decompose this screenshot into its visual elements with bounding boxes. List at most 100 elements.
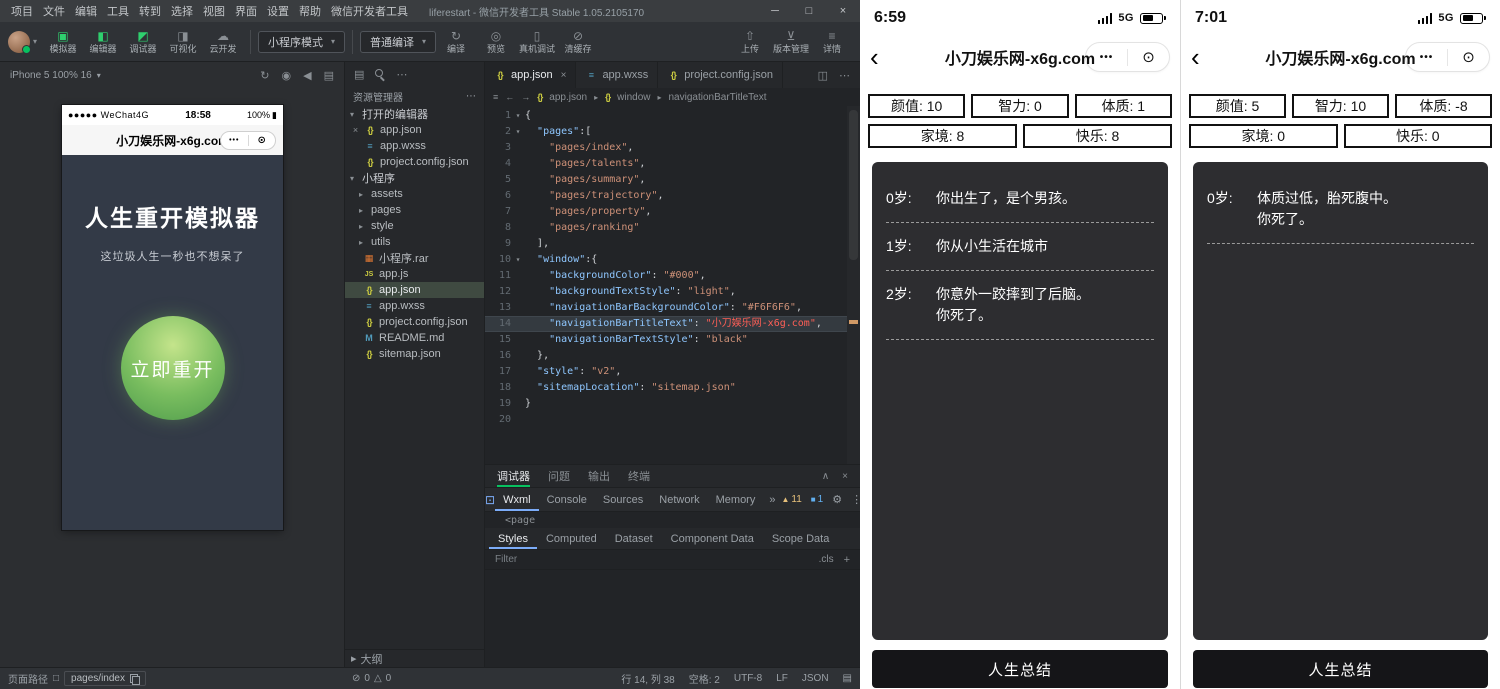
- code-line[interactable]: 17 "style": "v2",: [485, 364, 860, 380]
- version-control-button[interactable]: ⊻ 版本管理: [770, 30, 812, 54]
- menu-wechat-devtools[interactable]: 微信开发者工具: [326, 3, 413, 19]
- tab-console[interactable]: Console: [539, 488, 595, 511]
- back-button[interactable]: ‹: [1191, 44, 1213, 70]
- more-icon[interactable]: ⋯: [839, 69, 850, 82]
- cls-toggle[interactable]: .cls: [819, 554, 834, 565]
- code-editor[interactable]: 1▾{2▾ "pages":[3 "pages/index",4 "pages/…: [485, 106, 860, 464]
- more-icon[interactable]: ⋯: [396, 68, 407, 81]
- clear-cache-button[interactable]: ⊘ 清缓存: [558, 30, 598, 54]
- maximize-button[interactable]: □: [792, 0, 826, 22]
- life-event-log[interactable]: 0岁:你出生了，是个男孩。1岁:你从小生活在城市2岁:你意外一跤摔到了后脑。你死…: [872, 162, 1168, 640]
- code-line[interactable]: 1▾{: [485, 108, 860, 124]
- code-line[interactable]: 16 },: [485, 348, 860, 364]
- upload-button[interactable]: ⇧ 上传: [730, 30, 770, 54]
- visualizer-button[interactable]: ◨ 可视化: [163, 30, 203, 54]
- collapse-panel-icon[interactable]: ∧: [822, 471, 829, 482]
- menu-interface[interactable]: 界面: [230, 3, 262, 19]
- menu-tools[interactable]: 工具: [102, 3, 134, 19]
- code-line[interactable]: 20: [485, 412, 860, 428]
- code-line[interactable]: 3 "pages/index",: [485, 140, 860, 156]
- info-count-badge[interactable]: ■ 1: [811, 494, 823, 505]
- list-icon[interactable]: ≡: [493, 92, 498, 102]
- code-line[interactable]: 2▾ "pages":[: [485, 124, 860, 140]
- code-line[interactable]: 8 "pages/ranking": [485, 220, 860, 236]
- folder-assets[interactable]: ▸ assets: [345, 186, 484, 202]
- tab-network[interactable]: Network: [651, 488, 707, 511]
- rotate-icon[interactable]: ◀: [303, 69, 311, 82]
- mode-select[interactable]: 小程序模式 ▾: [258, 31, 345, 53]
- close-tab-icon[interactable]: ×: [561, 70, 567, 81]
- outline-section[interactable]: ▸ 大纲: [345, 649, 484, 667]
- split-editor-icon[interactable]: ◫: [818, 69, 828, 82]
- close-miniprogram-button[interactable]: ⊙: [1128, 48, 1169, 66]
- file-app-json[interactable]: {} app.json: [345, 282, 484, 298]
- code-line[interactable]: 5 "pages/summary",: [485, 172, 860, 188]
- code-line[interactable]: 11 "backgroundColor": "#000",: [485, 268, 860, 284]
- details-button[interactable]: ≡ 详情: [812, 30, 852, 54]
- back-icon[interactable]: ←: [505, 92, 514, 102]
- tab-problems[interactable]: 问题: [548, 465, 570, 487]
- open-editor-app-json[interactable]: × {} app.json: [345, 122, 484, 138]
- eol[interactable]: LF: [776, 673, 788, 684]
- breadcrumb-property[interactable]: navigationBarTitleText: [669, 92, 767, 103]
- project-section[interactable]: ▾ 小程序: [345, 170, 484, 186]
- file-readme[interactable]: M README.md: [345, 330, 484, 346]
- gear-icon[interactable]: ⚙: [832, 493, 842, 506]
- back-button[interactable]: ‹: [870, 44, 892, 70]
- folder-utils[interactable]: ▸ utils: [345, 234, 484, 250]
- editor-toggle-button[interactable]: ◧ 编辑器: [83, 30, 123, 54]
- language-mode[interactable]: JSON: [802, 673, 829, 684]
- cloud-dev-button[interactable]: ☁ 云开发: [203, 30, 243, 54]
- add-style-icon[interactable]: +: [844, 554, 850, 566]
- device-debug-button[interactable]: ▯ 真机调试: [516, 30, 558, 54]
- close-panel-icon[interactable]: ×: [842, 471, 848, 482]
- encoding[interactable]: UTF-8: [734, 673, 762, 684]
- menu-settings[interactable]: 设置: [262, 3, 294, 19]
- life-event-log[interactable]: 0岁:体质过低，胎死腹中。你死了。: [1193, 162, 1488, 640]
- record-icon[interactable]: ◉: [282, 69, 292, 82]
- code-line[interactable]: 13 "navigationBarBackgroundColor": "#F6F…: [485, 300, 860, 316]
- cursor-position[interactable]: 行 14, 列 38: [621, 671, 674, 686]
- compile-mode-select[interactable]: 普通编译 ▾: [360, 31, 436, 53]
- tab-overflow-icon[interactable]: »: [763, 494, 781, 506]
- menu-file[interactable]: 文件: [38, 3, 70, 19]
- file-app-js[interactable]: JS app.js: [345, 266, 484, 282]
- more-button[interactable]: •••: [221, 137, 248, 144]
- tab-project-config[interactable]: {} project.config.json: [658, 62, 783, 88]
- code-line[interactable]: 10▾ "window":{: [485, 252, 860, 268]
- tab-sources[interactable]: Sources: [595, 488, 651, 511]
- tab-scope-data[interactable]: Scope Data: [763, 528, 838, 549]
- refresh-icon[interactable]: ↻: [260, 69, 269, 82]
- open-editor-project-config[interactable]: {} project.config.json: [345, 154, 484, 170]
- menu-select[interactable]: 选择: [166, 3, 198, 19]
- close-miniprogram-button[interactable]: ⊙: [249, 135, 276, 146]
- editor-scrollbar[interactable]: [847, 106, 860, 464]
- menu-help[interactable]: 帮助: [294, 3, 326, 19]
- tab-dataset[interactable]: Dataset: [606, 528, 662, 549]
- file-app-wxss[interactable]: ≡ app.wxss: [345, 298, 484, 314]
- tab-terminal[interactable]: 终端: [628, 465, 650, 487]
- search-icon[interactable]: [375, 69, 385, 79]
- breadcrumb-window[interactable]: window: [617, 92, 650, 103]
- tab-debugger[interactable]: 调试器: [497, 465, 530, 487]
- file-project-config[interactable]: {} project.config.json: [345, 314, 484, 330]
- tab-app-json[interactable]: {} app.json ×: [485, 62, 576, 88]
- preview-button[interactable]: ◎ 预览: [476, 30, 516, 54]
- layout-icon[interactable]: ▤: [843, 673, 852, 684]
- tab-wxml[interactable]: Wxml: [495, 488, 539, 511]
- file-sitemap[interactable]: {} sitemap.json: [345, 346, 484, 362]
- open-editor-app-wxss[interactable]: ≡ app.wxss: [345, 138, 484, 154]
- tab-app-wxss[interactable]: ≡ app.wxss: [576, 62, 658, 88]
- menu-goto[interactable]: 转到: [134, 3, 166, 19]
- indentation[interactable]: 空格: 2: [689, 671, 720, 686]
- styles-filter-input[interactable]: [495, 554, 615, 565]
- code-line[interactable]: 18 "sitemapLocation": "sitemap.json": [485, 380, 860, 396]
- device-selector[interactable]: iPhone 5 100% 16: [10, 70, 92, 81]
- inspect-element-icon[interactable]: ⊡: [485, 493, 495, 507]
- folder-style[interactable]: ▸ style: [345, 218, 484, 234]
- menu-view[interactable]: 视图: [198, 3, 230, 19]
- tab-output[interactable]: 输出: [588, 465, 610, 487]
- tab-memory[interactable]: Memory: [708, 488, 764, 511]
- forward-icon[interactable]: →: [521, 92, 530, 102]
- more-icon[interactable]: ⋯: [466, 91, 476, 102]
